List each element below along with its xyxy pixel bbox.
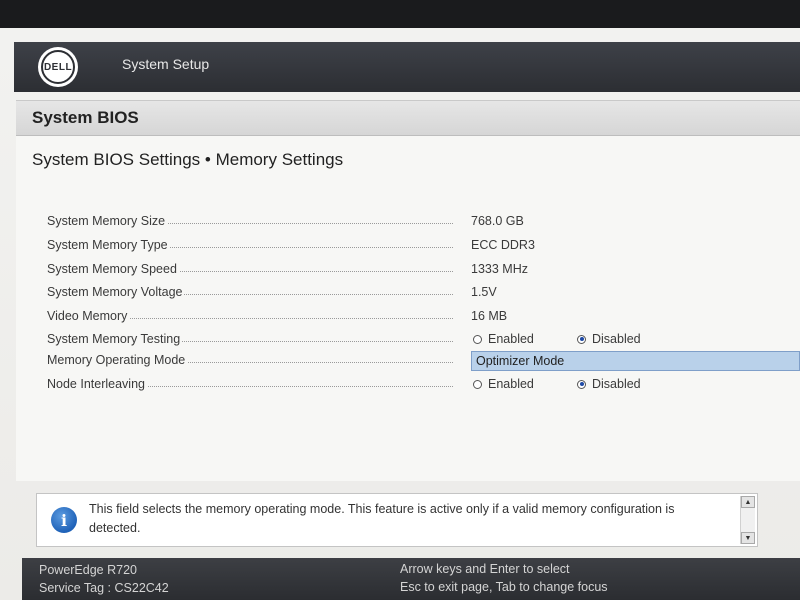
radio-label: Enabled — [488, 332, 534, 346]
setting-row-system-memory-testing: System Memory Testing Enabled Disabled — [16, 330, 800, 352]
setting-label: System Memory Type — [47, 238, 170, 252]
setting-row-system-memory-size: System Memory Size 768.0 GB — [16, 212, 800, 234]
radio-selected-icon — [577, 334, 586, 344]
service-tag: Service Tag : CS22C42 — [39, 581, 169, 595]
section-header: System BIOS — [16, 101, 800, 136]
server-model: PowerEdge R720 — [39, 563, 137, 577]
setting-label: Memory Operating Mode — [47, 353, 188, 367]
radio-selected-icon — [577, 379, 586, 389]
node-interleaving-enabled-radio[interactable]: Enabled — [473, 377, 534, 391]
status-bar: PowerEdge R720 Service Tag : CS22C42 Arr… — [22, 558, 800, 600]
setting-row-node-interleaving: Node Interleaving Enabled Disabled — [16, 375, 800, 397]
top-bar: DELL System Setup — [14, 42, 800, 92]
setting-row-video-memory: Video Memory 16 MB — [16, 307, 800, 329]
scroll-down-arrow-icon[interactable]: ▼ — [741, 532, 755, 544]
setting-row-system-memory-voltage: System Memory Voltage 1.5V — [16, 283, 800, 305]
keyboard-hint-exit: Esc to exit page, Tab to change focus — [400, 580, 608, 594]
radio-label: Enabled — [488, 377, 534, 391]
radio-label: Disabled — [592, 332, 641, 346]
memory-testing-enabled-radio[interactable]: Enabled — [473, 332, 534, 346]
setting-label: System Memory Speed — [47, 262, 179, 276]
dell-logo: DELL — [38, 47, 78, 87]
keyboard-hint-select: Arrow keys and Enter to select — [400, 562, 570, 576]
help-text: This field selects the memory operating … — [89, 502, 675, 535]
setting-row-system-memory-speed: System Memory Speed 1333 MHz — [16, 260, 800, 282]
radio-unselected-icon — [473, 379, 482, 389]
setting-label: System Memory Voltage — [47, 285, 185, 299]
memory-testing-disabled-radio[interactable]: Disabled — [577, 332, 641, 346]
help-panel: i This field selects the memory operatin… — [36, 493, 758, 547]
setting-value: 1333 MHz — [471, 262, 528, 276]
dell-logo-text: DELL — [41, 50, 75, 84]
setting-label: System Memory Size — [47, 214, 168, 228]
info-icon: i — [51, 507, 77, 533]
page-heading: System BIOS Settings • Memory Settings — [32, 150, 344, 169]
app-title: System Setup — [122, 56, 210, 72]
select-value: Optimizer Mode — [476, 354, 565, 368]
setting-label: Video Memory — [47, 309, 130, 323]
help-scrollbar[interactable]: ▲ ▼ — [740, 496, 755, 544]
section-panel: System BIOS System BIOS Settings • Memor… — [16, 100, 800, 481]
radio-unselected-icon — [473, 334, 482, 344]
setting-row-system-memory-type: System Memory Type ECC DDR3 — [16, 236, 800, 258]
setting-value: 16 MB — [471, 309, 508, 323]
node-interleaving-disabled-radio[interactable]: Disabled — [577, 377, 641, 391]
scroll-up-arrow-icon[interactable]: ▲ — [741, 496, 755, 508]
memory-operating-mode-select[interactable]: Optimizer Mode — [471, 351, 800, 371]
setting-label: Node Interleaving — [47, 377, 147, 391]
setting-value: 1.5V — [471, 285, 497, 299]
setting-value: ECC DDR3 — [471, 238, 535, 252]
radio-label: Disabled — [592, 377, 641, 391]
setting-value: 768.0 GB — [471, 214, 524, 228]
setting-label: System Memory Testing — [47, 332, 183, 346]
section-title: System BIOS — [32, 108, 139, 127]
